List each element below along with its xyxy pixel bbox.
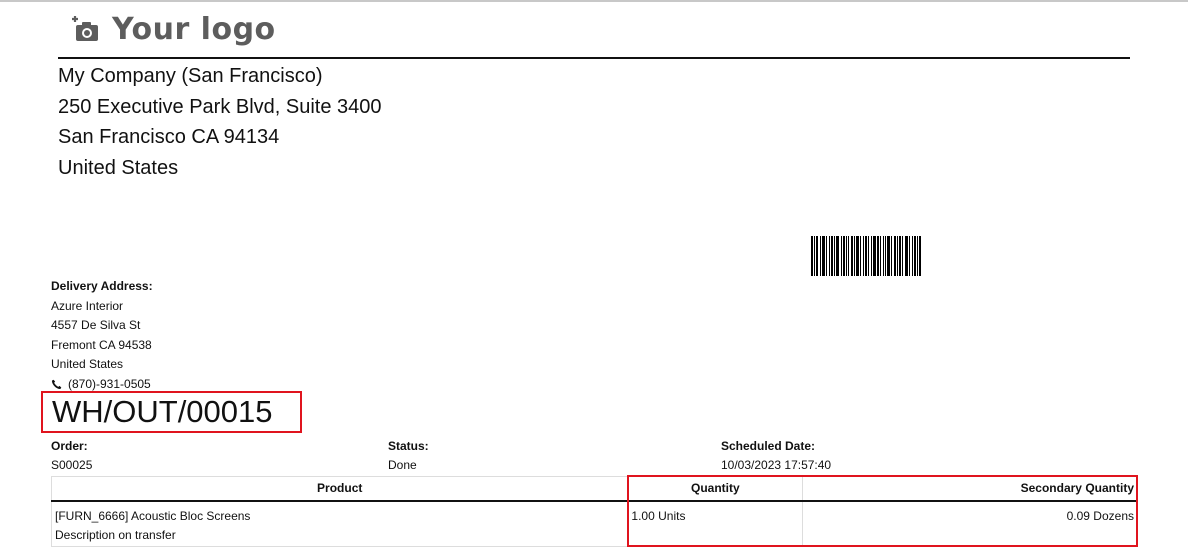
header-secondary-quantity: Secondary Quantity xyxy=(802,476,1138,502)
order-value: S00025 xyxy=(51,458,93,472)
status-info: Status: Done xyxy=(388,437,429,475)
camera-plus-icon xyxy=(72,16,98,41)
quantity-cell: 1.00 Units xyxy=(627,500,803,547)
barcode-bar xyxy=(919,236,921,276)
delivery-street: 4557 De Silva St xyxy=(51,318,141,332)
scheduled-date-label: Scheduled Date: xyxy=(721,439,816,453)
secondary-quantity-cell: 0.09 Dozens xyxy=(802,500,1138,547)
company-city: San Francisco CA 94134 xyxy=(58,126,280,148)
company-street: 250 Executive Park Blvd, Suite 3400 xyxy=(58,95,382,118)
header-quantity: Quantity xyxy=(627,476,803,502)
scheduled-date-value: 10/03/2023 17:57:40 xyxy=(721,458,832,472)
company-logo: Your logo xyxy=(72,10,276,48)
picking-reference: WH/OUT/00015 xyxy=(41,391,302,433)
company-country: United States xyxy=(58,156,179,179)
table-header-row: Product Quantity Secondary Quantity xyxy=(50,476,1138,502)
move-lines-table: Product Quantity Secondary Quantity [FUR… xyxy=(50,476,1138,547)
status-label: Status: xyxy=(388,439,429,453)
delivery-address: Delivery Address: Azure Interior 4557 De… xyxy=(51,277,153,394)
delivery-name: Azure Interior xyxy=(51,298,124,313)
header-product: Product xyxy=(50,476,628,502)
scheduled-date-info: Scheduled Date: 10/03/2023 17:57:40 xyxy=(721,437,831,475)
delivery-label: Delivery Address: xyxy=(51,279,153,293)
company-address: My Company (San Francisco) 250 Executive… xyxy=(58,61,382,183)
delivery-country: United States xyxy=(51,357,124,371)
barcode xyxy=(811,236,921,276)
order-label: Order: xyxy=(51,439,88,453)
order-info: Order: S00025 xyxy=(51,437,92,475)
product-name: [FURN_6666] Acoustic Bloc Screens xyxy=(55,508,251,523)
company-name: My Company (San Francisco) xyxy=(58,65,323,87)
logo-text: Your logo xyxy=(112,11,276,47)
header-rule xyxy=(58,57,1130,59)
phone-icon xyxy=(51,379,62,389)
table-row: [FURN_6666] Acoustic Bloc Screens Descri… xyxy=(50,500,1138,547)
status-value: Done xyxy=(388,458,417,472)
delivery-city: Fremont CA 94538 xyxy=(51,337,152,352)
top-border xyxy=(0,0,1188,2)
product-description: Description on transfer xyxy=(55,527,176,542)
product-cell: [FURN_6666] Acoustic Bloc Screens Descri… xyxy=(50,500,628,547)
